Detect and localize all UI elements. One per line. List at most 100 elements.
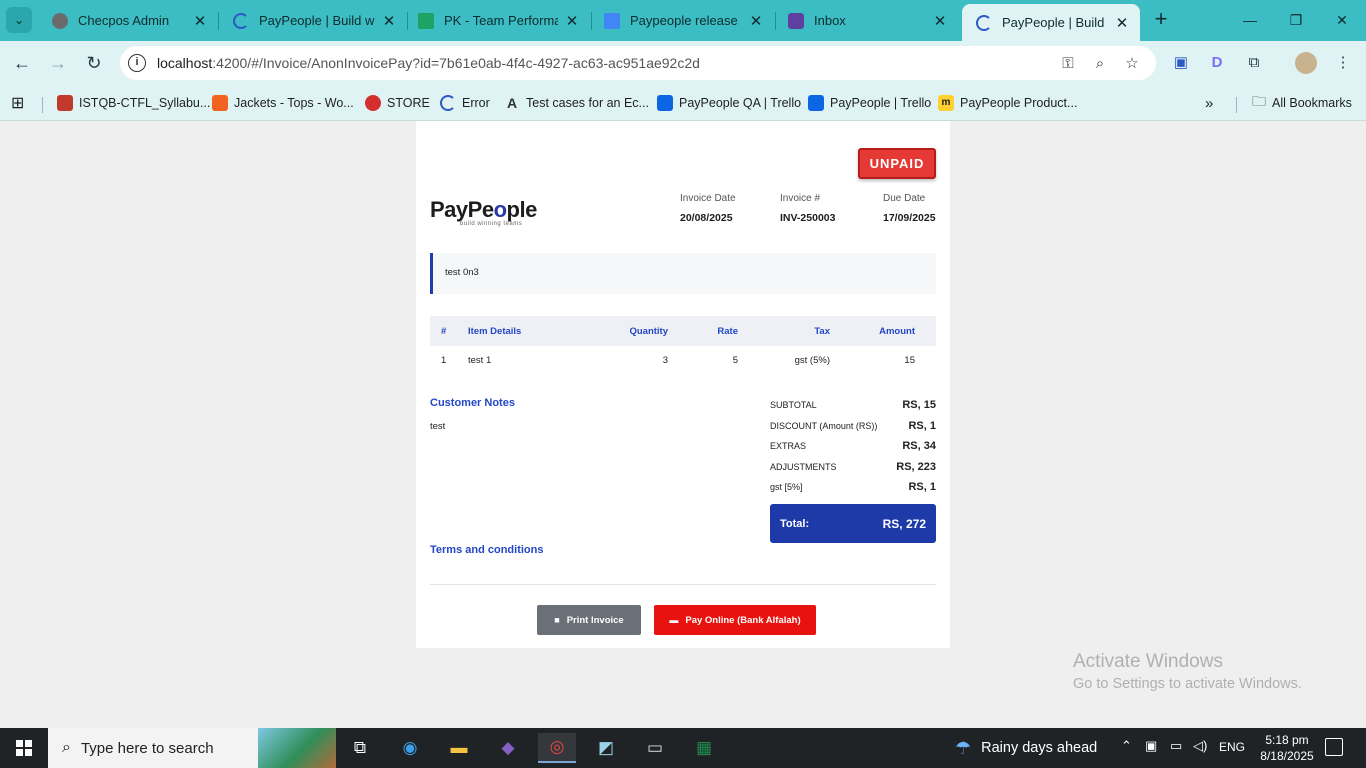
logo-text-o: o — [493, 197, 507, 222]
invoice-number: Invoice # INV-250003 — [780, 193, 835, 224]
forward-button[interactable]: → — [46, 51, 70, 75]
language-indicator[interactable]: ENG — [1219, 740, 1245, 754]
all-bookmarks[interactable]: 🗀 All Bookmarks — [1252, 92, 1352, 114]
tab-paypeople-1[interactable]: PayPeople | Build winning ✕ — [219, 4, 407, 37]
tab-search-button[interactable]: ⌄ — [6, 7, 32, 33]
wifi-icon[interactable]: ▭ — [1170, 738, 1182, 754]
close-icon[interactable]: ✕ — [1114, 14, 1130, 32]
volume-icon[interactable]: ◁) — [1193, 738, 1207, 754]
window-close-button[interactable]: ✕ — [1330, 8, 1354, 32]
trello-icon — [657, 95, 673, 111]
start-button[interactable] — [0, 728, 48, 768]
grand-total: Total: RS, 272 — [770, 504, 936, 543]
notification-center-icon[interactable] — [1325, 738, 1343, 756]
total-value: RS, 223 — [896, 460, 936, 473]
clock[interactable]: 5:18 pm 8/18/2025 — [1256, 732, 1318, 764]
close-icon[interactable]: ✕ — [564, 12, 580, 30]
windows-logo-icon — [16, 740, 32, 756]
tab-title: PayPeople | Build winning — [259, 13, 375, 28]
new-tab-button[interactable]: + — [1150, 8, 1172, 32]
bookmark-label: Test cases for an Ec... — [526, 96, 649, 110]
tab-inbox[interactable]: Inbox ✕ — [774, 4, 958, 37]
visual-studio-icon[interactable]: ◆ — [489, 733, 527, 763]
bookmark-trello-qa[interactable]: PayPeople QA | Trello — [657, 92, 801, 114]
weather-widget[interactable]: ☂ Rainy days ahead — [955, 728, 1097, 768]
bookmark-store[interactable]: STORE — [365, 92, 430, 114]
total-label: DISCOUNT (Amount (RS)) — [770, 420, 878, 431]
site-info-icon[interactable]: i — [128, 54, 146, 72]
total-label: ADJUSTMENTS — [770, 461, 837, 472]
network-tray-icon[interactable]: ▣ — [1145, 738, 1157, 754]
bookmark-test-cases[interactable]: A Test cases for an Ec... — [504, 92, 649, 114]
bookmark-label: Error — [462, 96, 490, 110]
task-view-icon[interactable]: ⧉ — [341, 733, 379, 763]
tab-checpos-admin[interactable]: Checpos Admin ✕ — [38, 4, 218, 37]
close-icon[interactable]: ✕ — [748, 12, 764, 30]
bookmark-product[interactable]: m PayPeople Product... — [938, 92, 1077, 114]
excel-icon[interactable]: ▦ — [685, 733, 723, 763]
search-highlight-art — [258, 728, 336, 768]
bookmark-istqb[interactable]: ISTQB-CTFL_Syllabu... — [57, 92, 210, 114]
close-icon[interactable]: ✕ — [932, 12, 948, 30]
subtotal-row: SUBTOTAL RS, 15 — [770, 395, 936, 416]
print-invoice-button[interactable]: ■ Print Invoice — [537, 605, 641, 635]
close-icon[interactable]: ✕ — [381, 12, 397, 30]
customer-notes-title: Customer Notes — [430, 397, 515, 409]
extension-d-icon[interactable]: D — [1206, 52, 1228, 74]
restore-button[interactable]: ❐ — [1284, 8, 1308, 32]
terms-title: Terms and conditions — [430, 544, 544, 556]
more-bookmarks-icon[interactable]: » — [1205, 92, 1213, 114]
row-item: test 1 — [468, 354, 492, 366]
istqb-icon — [57, 95, 73, 111]
due-date-label: Due Date — [883, 193, 926, 204]
chrome-icon[interactable]: ◎ — [538, 733, 576, 763]
terminal-icon[interactable]: ▭ — [636, 733, 674, 763]
address-bar[interactable]: i localhost:4200/#/Invoice/AnonInvoicePa… — [120, 46, 1156, 80]
paypeople-logo: PayPeople build winning teams — [430, 197, 537, 227]
logo-text-end: ple — [506, 197, 538, 222]
url-host: localhost — [157, 55, 213, 71]
col-tax-header: Tax — [814, 325, 830, 337]
invoice-date: Invoice Date 20/08/2025 — [680, 193, 736, 224]
edge-icon[interactable]: ◉ — [391, 733, 429, 763]
back-button[interactable]: ← — [10, 51, 34, 75]
apps-grid-icon[interactable]: ⊞ — [11, 92, 24, 114]
activate-windows-watermark: Activate Windows Go to Settings to activ… — [1073, 651, 1302, 692]
reload-button[interactable]: ↻ — [82, 51, 106, 75]
totals-summary: SUBTOTAL RS, 15 DISCOUNT (Amount (RS)) R… — [770, 395, 936, 498]
kebab-menu-icon[interactable]: ⋮ — [1332, 52, 1354, 74]
pay-online-button[interactable]: ▬ Pay Online (Bank Alfalah) — [654, 605, 816, 635]
extensions-puzzle-icon[interactable]: ⧉ — [1243, 52, 1265, 74]
bookmark-separator — [42, 97, 43, 113]
bookmark-label: STORE — [387, 96, 430, 110]
bookmark-label: ISTQB-CTFL_Syllabu... — [79, 96, 211, 110]
taskbar-search[interactable]: ⌕ Type here to search — [48, 728, 336, 768]
bookmark-label: PayPeople QA | Trello — [679, 96, 802, 110]
password-key-icon[interactable]: ⚿ — [1058, 54, 1078, 74]
close-icon[interactable]: ✕ — [192, 12, 208, 30]
profile-avatar[interactable] — [1295, 52, 1317, 74]
store-icon — [365, 95, 381, 111]
chevron-up-icon[interactable]: ⌃ — [1121, 738, 1132, 754]
invoice-number-value: INV-250003 — [780, 212, 836, 224]
bookmark-star-icon[interactable]: ☆ — [1122, 54, 1142, 74]
minimize-button[interactable]: — — [1238, 8, 1262, 32]
tab-release-notes[interactable]: Paypeople release notes ✕ — [590, 4, 774, 37]
row-amount: 15 — [904, 354, 915, 366]
bookmark-label: PayPeople | Trello — [830, 96, 932, 110]
url-text[interactable]: localhost:4200/#/Invoice/AnonInvoicePay?… — [157, 55, 700, 71]
bookmark-trello[interactable]: PayPeople | Trello — [808, 92, 931, 114]
adjustments-row: ADJUSTMENTS RS, 223 — [770, 457, 936, 478]
row-qty: 3 — [662, 354, 668, 366]
notes-app-icon[interactable]: ◩ — [587, 733, 625, 763]
tab-team-performance[interactable]: PK - Team Performance ✕ — [404, 4, 590, 37]
printer-icon: ■ — [554, 615, 560, 625]
bookmark-jackets[interactable]: Jackets - Tops - Wo... — [212, 92, 354, 114]
file-explorer-icon[interactable]: ▬ — [440, 733, 478, 763]
tab-paypeople-active[interactable]: PayPeople | Build winning ✕ — [962, 4, 1140, 41]
extension-screen-icon[interactable]: ▣ — [1170, 52, 1192, 74]
zoom-icon[interactable]: ⌕ — [1090, 54, 1110, 74]
folder-icon: 🗀 — [1252, 93, 1266, 109]
bookmark-error[interactable]: Error — [440, 92, 490, 114]
col-rate-header: Rate — [717, 325, 738, 337]
